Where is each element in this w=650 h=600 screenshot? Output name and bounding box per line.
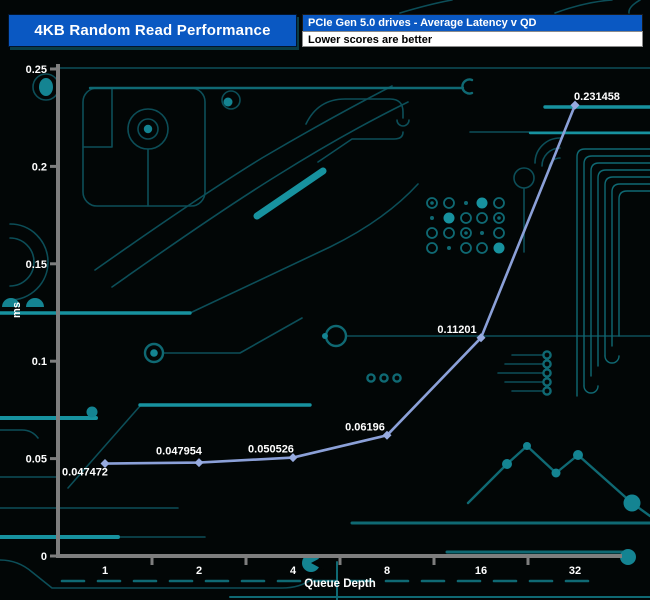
x-tick-label: 16 [475, 565, 487, 577]
data-label: 0.11201 [437, 324, 476, 336]
chart-title: 4KB Random Read Performance [34, 22, 271, 39]
chart-subtitle-block: PCIe Gen 5.0 drives - Average Latency v … [302, 14, 643, 47]
screenshot-root: 0 0.05 0.1 0.15 0.2 0.25 1 2 4 8 16 32 Queue Depth ms… [0, 0, 650, 600]
x-axis-title: Queue Depth [304, 578, 376, 590]
series-line [103, 103, 577, 465]
data-label: 0.231458 [574, 91, 620, 103]
data-label: 0.06196 [345, 421, 385, 433]
y-tick-label: 0.2 [32, 161, 47, 173]
data-label: 0.047954 [156, 446, 203, 458]
x-tick-label: 32 [569, 565, 581, 577]
chart-subtitle: PCIe Gen 5.0 drives - Average Latency v … [302, 14, 643, 31]
x-tick-label: 4 [290, 565, 297, 577]
x-tick-label: 1 [102, 565, 108, 577]
y-axis-title: ms [11, 302, 23, 318]
latency-chart: 0 0.05 0.1 0.15 0.2 0.25 1 2 4 8 16 32 Queue Depth ms… [11, 64, 622, 590]
chart-title-box: 4KB Random Read Performance [8, 14, 297, 47]
y-tick-label: 0.25 [26, 64, 47, 76]
x-tick-label: 8 [384, 565, 390, 577]
data-label: 0.047472 [62, 467, 108, 479]
y-tick-label: 0.15 [26, 259, 47, 271]
y-tick-label: 0.05 [26, 454, 47, 466]
series-marker [194, 458, 204, 468]
chart-note: Lower scores are better [302, 31, 643, 47]
x-tick-label: 2 [196, 565, 202, 577]
y-tick-label: 0 [41, 551, 47, 563]
data-label: 0.050526 [248, 444, 294, 456]
y-tick-label: 0.1 [32, 356, 47, 368]
